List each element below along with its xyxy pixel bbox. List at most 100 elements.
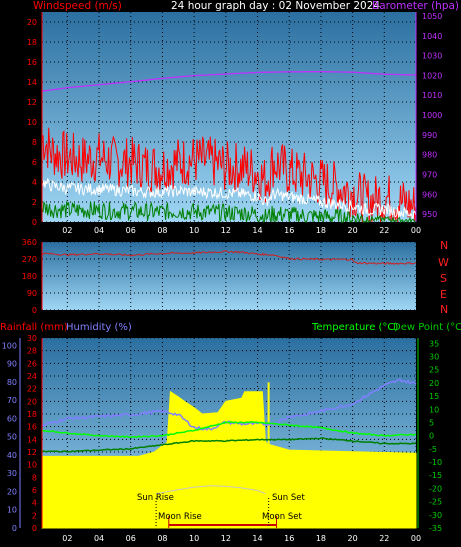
humidity-y-tick-label: 90 [7, 360, 17, 369]
windspeed-axis-title: Windspeed (m/s) [33, 0, 122, 12]
wind-x-tick-label: 08 [157, 226, 167, 235]
wind-y-tick-label: 12 [27, 98, 37, 107]
wind-x-tick-label: 02 [62, 226, 72, 235]
humidity-y-tick-label: 40 [7, 451, 17, 460]
humidity-y-tick-label: 50 [7, 433, 17, 442]
barometer-y-tick-label: 990 [422, 131, 437, 140]
wind-x-tick-label: 06 [126, 226, 136, 235]
temp-y-tick-label: 10 [429, 405, 439, 414]
rain-y-tick-label: 10 [27, 461, 37, 470]
dewpoint-axis-title: Dew Point (°C) [393, 322, 461, 333]
temp-y-tick-label: 0 [429, 432, 434, 441]
temp-y-tick-label: -30 [429, 511, 442, 520]
temp-y-tick-label: 5 [429, 418, 434, 427]
wind-x-tick-label: 12 [221, 226, 231, 235]
rain-y-tick-label: 14 [27, 435, 37, 444]
temp-y-tick-label: 20 [429, 379, 439, 388]
temp-y-tick-label: 30 [429, 352, 439, 361]
rain-y-tick-label: 28 [27, 347, 37, 356]
barometer-y-tick-label: 970 [422, 170, 437, 179]
humidity-y-tick-label: 0 [12, 524, 17, 533]
temp-y-tick-label: -10 [429, 458, 442, 467]
wind-x-tick-label: 16 [284, 226, 294, 235]
barometer-y-tick-label: 950 [422, 210, 437, 219]
barometer-y-tick-label: 1050 [422, 12, 442, 21]
rain-y-tick-label: 26 [27, 359, 37, 368]
compass-n-bottom: N [440, 303, 448, 316]
dir-y-tick-label: 90 [27, 289, 37, 298]
humidity-y-tick-label: 10 [7, 506, 17, 515]
rain-x-tick-label: 14 [252, 534, 262, 543]
rain-y-tick-label: 0 [32, 524, 37, 533]
rain-x-tick-label: 16 [284, 534, 294, 543]
wind-y-tick-label: 4 [32, 178, 37, 187]
humidity-y-tick-label: 20 [7, 487, 17, 496]
wind-y-tick-label: 10 [27, 118, 37, 127]
humidity-y-tick-label: 30 [7, 469, 17, 478]
temp-y-tick-label: 15 [429, 392, 439, 401]
barometer-y-tick-label: 960 [422, 190, 437, 199]
compass-labels: N W S E N [438, 239, 449, 316]
humidity-y-tick-label: 100 [2, 341, 17, 350]
rain-x-tick-label: 02 [62, 534, 72, 543]
rain-y-tick-label: 2 [32, 511, 37, 520]
rain-y-tick-label: 6 [32, 486, 37, 495]
wind-x-tick-label: 00 [411, 226, 421, 235]
barometer-y-tick-label: 980 [422, 151, 437, 160]
wind-x-tick-label: 04 [94, 226, 104, 235]
wind-y-tick-label: 16 [27, 58, 37, 67]
temp-y-tick-label: -20 [429, 484, 442, 493]
compass-n-top: N [440, 239, 448, 252]
wind-x-tick-label: 14 [252, 226, 262, 235]
wind-y-tick-label: 18 [27, 38, 37, 47]
moon-rise-label: Moon Rise [158, 512, 202, 522]
weather-graph-svg: Windspeed (m/s) 24 hour graph day : 02 N… [0, 0, 461, 543]
temp-y-tick-label: -35 [429, 524, 442, 533]
humidity-y-tick-label: 70 [7, 396, 17, 405]
wind-y-tick-label: 20 [27, 18, 37, 27]
sun-rise-label: Sun Rise [137, 493, 174, 503]
graph-title: 24 hour graph day : 02 November 2024 [171, 0, 380, 12]
rain-x-tick-label: 08 [157, 534, 167, 543]
barometer-axis-title: Barometer (hpa) [372, 0, 459, 12]
temp-y-tick-label: -5 [429, 445, 437, 454]
rainfall-axis-title: Rainfall (mm) [0, 322, 68, 333]
rain-x-tick-label: 00 [411, 534, 421, 543]
barometer-y-tick-label: 1040 [422, 32, 442, 41]
compass-e: E [440, 288, 447, 301]
rain-x-tick-label: 10 [189, 534, 199, 543]
rain-x-tick-label: 12 [221, 534, 231, 543]
wind-x-tick-label: 10 [189, 226, 199, 235]
rain-y-tick-label: 16 [27, 423, 37, 432]
rain-x-tick-label: 22 [379, 534, 389, 543]
rain-x-tick-label: 04 [94, 534, 104, 543]
humidity-y-tick-label: 80 [7, 378, 17, 387]
temperature-axis-title: Temperature (°C) [311, 322, 398, 333]
temp-y-tick-label: 35 [429, 339, 439, 348]
wind-y-tick-label: 8 [32, 138, 37, 147]
wind-x-tick-label: 22 [379, 226, 389, 235]
wind-x-tick-label: 20 [348, 226, 358, 235]
rain-y-tick-label: 12 [27, 448, 37, 457]
rain-y-tick-label: 8 [32, 473, 37, 482]
barometer-y-tick-label: 1020 [422, 71, 442, 80]
temp-y-tick-label: 25 [429, 366, 439, 375]
rain-y-tick-label: 24 [27, 372, 37, 381]
barometer-y-tick-label: 1030 [422, 52, 442, 61]
humidity-y-tick-label: 60 [7, 414, 17, 423]
rain-y-tick-label: 18 [27, 410, 37, 419]
rain-y-tick-label: 4 [32, 499, 37, 508]
barometer-y-tick-label: 1000 [422, 111, 442, 120]
rain-x-tick-label: 06 [126, 534, 136, 543]
rain-x-tick-label: 20 [348, 534, 358, 543]
wind-x-tick-label: 18 [316, 226, 326, 235]
humidity-axis-title: Humidity (%) [66, 322, 132, 333]
barometer-y-tick-label: 1010 [422, 91, 442, 100]
moon-set-label: Moon Set [262, 512, 302, 522]
compass-s: S [440, 272, 447, 285]
compass-w: W [438, 256, 449, 269]
wind-y-tick-label: 2 [32, 198, 37, 207]
temp-y-tick-label: -15 [429, 471, 442, 480]
rain-y-tick-label: 20 [27, 397, 37, 406]
weather-graph-page: Windspeed (m/s) 24 hour graph day : 02 N… [0, 0, 461, 543]
